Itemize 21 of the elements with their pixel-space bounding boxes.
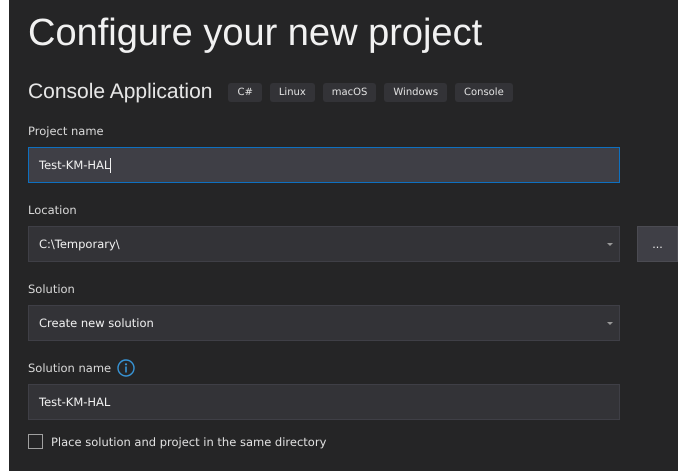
info-icon[interactable] bbox=[117, 359, 136, 377]
caret-icon[interactable] bbox=[607, 322, 613, 324]
field-label: Solution bbox=[28, 282, 75, 296]
tag: C# bbox=[228, 82, 262, 102]
field-label: Location bbox=[28, 203, 77, 217]
tag: Windows bbox=[384, 82, 448, 102]
page-title: Configure your new project bbox=[28, 11, 482, 54]
dropdown[interactable]: C:\Temporary\ bbox=[28, 226, 620, 262]
template-name: Console Application bbox=[28, 80, 212, 104]
field-label: Project name bbox=[28, 124, 104, 138]
checkbox-label: Place solution and project in the same directory bbox=[51, 434, 326, 448]
tag: Console bbox=[455, 82, 513, 102]
browse-button[interactable]: ... bbox=[637, 226, 678, 262]
field-label: Solution name bbox=[28, 361, 112, 375]
caret-icon[interactable] bbox=[607, 242, 613, 246]
input-field[interactable]: Test-KM-HAL bbox=[28, 384, 620, 420]
input-field[interactable]: Test-KM-HAL bbox=[28, 147, 620, 183]
checkbox[interactable] bbox=[28, 434, 43, 449]
tag: Linux bbox=[270, 82, 315, 102]
tag: macOS bbox=[322, 82, 376, 102]
dropdown[interactable]: Create new solution bbox=[28, 305, 620, 341]
